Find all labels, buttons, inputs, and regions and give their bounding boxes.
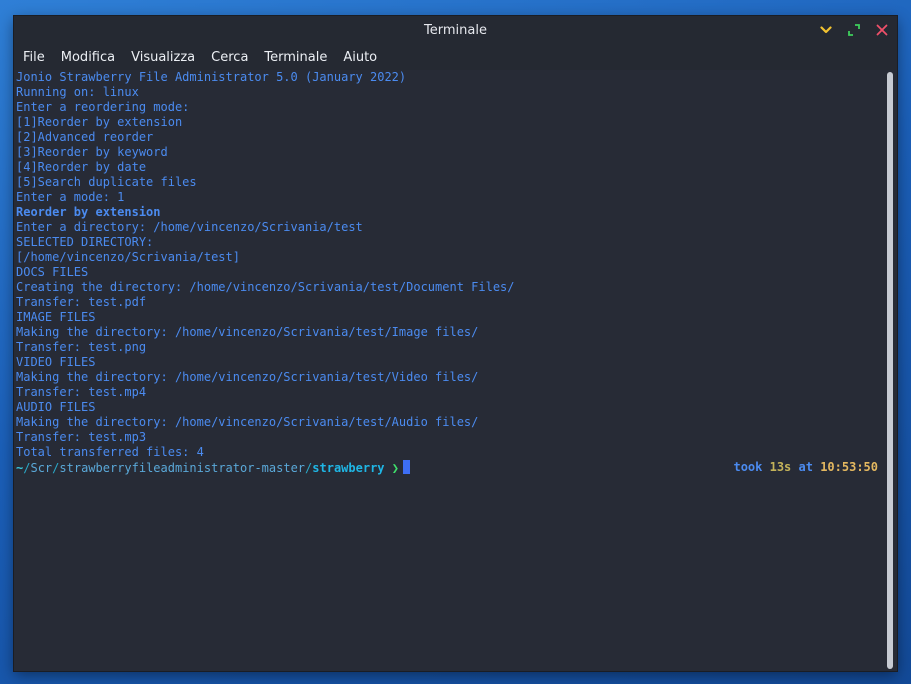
terminal-line: [2]Advanced reorder [16, 130, 154, 144]
at-label: at [791, 460, 821, 474]
terminal-line: Enter a mode: 1 [16, 190, 125, 204]
terminal-line: Enter a directory: /home/vincenzo/Scriva… [16, 220, 363, 234]
close-icon [876, 24, 888, 36]
took-label: took [733, 460, 770, 474]
menu-file[interactable]: File [23, 50, 45, 65]
maximize-arrows-icon [848, 24, 860, 36]
prompt-arrow-icon: ❯ [384, 461, 399, 475]
time-value: 10:53:50 [820, 460, 878, 474]
terminal-line: SELECTED DIRECTORY: [16, 235, 154, 249]
terminal-window: Terminale File Modifica Visualizza Cerca… [14, 16, 897, 671]
terminal-line: DOCS FILES [16, 265, 89, 279]
prompt-path-segment: Scr [30, 461, 53, 475]
text-cursor [402, 460, 410, 474]
terminal-line: [4]Reorder by date [16, 160, 147, 174]
chevron-down-icon [820, 26, 832, 34]
terminal-line: Making the directory: /home/vincenzo/Scr… [16, 370, 479, 384]
terminal-line: Creating the directory: /home/vincenzo/S… [16, 280, 515, 294]
menu-aiuto[interactable]: Aiuto [343, 50, 377, 65]
terminal-line: Making the directory: /home/vincenzo/Scr… [16, 415, 479, 429]
terminal-line: Running on: linux [16, 85, 139, 99]
scrollbar-thumb[interactable] [887, 72, 893, 669]
close-button[interactable] [873, 20, 891, 40]
terminal-line: [5]Search duplicate files [16, 175, 197, 189]
terminal-line: Transfer: test.png [16, 340, 147, 354]
scrollbar[interactable] [887, 72, 893, 669]
terminal-line: AUDIO FILES [16, 400, 96, 414]
terminal-line: Reorder by extension [16, 205, 161, 219]
terminal-line: [3]Reorder by keyword [16, 145, 168, 159]
terminal-line: [/home/vincenzo/Scrivania/test] [16, 250, 240, 264]
menu-cerca[interactable]: Cerca [211, 50, 248, 65]
terminal-line: Enter a reordering mode: [16, 100, 190, 114]
terminal-output[interactable]: Jonio Strawberry File Administrator 5.0 … [16, 70, 884, 671]
command-duration-info: took 13s at 10:53:50 [733, 460, 878, 475]
terminal-line: Transfer: test.mp3 [16, 430, 147, 444]
minimize-button[interactable] [817, 20, 835, 40]
terminal-line: VIDEO FILES [16, 355, 96, 369]
window-controls [817, 20, 891, 40]
window-title: Terminale [424, 22, 487, 38]
menu-visualizza[interactable]: Visualizza [131, 50, 195, 65]
shell-prompt[interactable]: ~/Scr/strawberryfileadministrator-master… [16, 460, 878, 475]
duration-value: 13s [769, 460, 792, 474]
menu-terminale[interactable]: Terminale [264, 50, 327, 65]
menu-modifica[interactable]: Modifica [61, 50, 115, 65]
maximize-button[interactable] [845, 20, 863, 40]
terminal-line: Making the directory: /home/vincenzo/Scr… [16, 325, 479, 339]
terminal-line: [1]Reorder by extension [16, 115, 183, 129]
terminal-line: Transfer: test.pdf [16, 295, 147, 309]
prompt-path-segment: strawberryfileadministrator-master [59, 461, 306, 475]
terminal-line: Jonio Strawberry File Administrator 5.0 … [16, 70, 407, 84]
terminal-line: Total transferred files: 4 [16, 445, 204, 459]
prompt-current-dir: strawberry [312, 461, 385, 475]
title-bar[interactable]: Terminale [14, 16, 897, 44]
terminal-line: IMAGE FILES [16, 310, 96, 324]
terminal-line: Transfer: test.mp4 [16, 385, 147, 399]
menu-bar: File Modifica Visualizza Cerca Terminale… [14, 44, 897, 70]
